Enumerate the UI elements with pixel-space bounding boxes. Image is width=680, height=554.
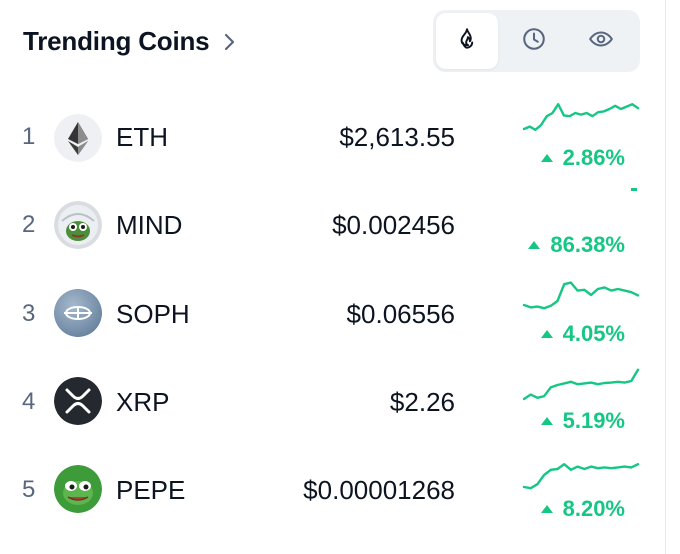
clock-icon (521, 26, 547, 57)
tab-trending[interactable] (436, 13, 498, 69)
coin-rank: 2 (22, 211, 36, 238)
sparkline-chart (522, 368, 640, 401)
coin-rank: 5 (22, 476, 36, 503)
coin-price: $0.00001268 (303, 475, 455, 505)
section-title: Trending Coins (23, 26, 210, 56)
ethereum-logo-icon (54, 114, 102, 162)
caret-up-icon (540, 154, 553, 162)
chevron-right-icon (223, 32, 237, 52)
price-change-value: 2.86% (562, 145, 625, 170)
view-toggle-group (433, 10, 640, 72)
trending-coins-title-link[interactable]: Trending Coins (23, 26, 237, 57)
price-change-value: 86.38% (550, 232, 625, 257)
price-change: 5.19% (540, 408, 625, 434)
pepe-logo-icon (54, 465, 102, 513)
sparkline-path (522, 281, 640, 310)
sparkline-chart (522, 102, 640, 131)
price-change-value: 8.20% (562, 496, 625, 521)
caret-up-icon (540, 330, 553, 338)
coin-row-mind[interactable]: 2 MIND $0.002456 86.38% (0, 181, 665, 269)
tab-watchlist[interactable] (570, 13, 632, 69)
price-change-value: 4.05% (562, 321, 625, 346)
tab-recent[interactable] (503, 13, 565, 69)
coin-row-soph[interactable]: 3 SOPH $0.06556 4.05% (0, 269, 665, 357)
price-change: 2.86% (540, 145, 625, 171)
sparkline-path (522, 462, 640, 490)
card-border (665, 0, 666, 554)
coin-row-eth[interactable]: 1 ETH $2,613.55 2.86% (0, 93, 665, 181)
price-change: 8.20% (540, 496, 625, 522)
fire-icon (454, 26, 480, 57)
coin-price: $0.002456 (332, 210, 455, 240)
sparkline-chart (522, 281, 640, 310)
sparkline-path (522, 102, 640, 131)
price-change: 4.05% (540, 321, 625, 347)
price-change-value: 5.19% (562, 408, 625, 433)
coin-rank: 3 (22, 300, 36, 327)
pepe-mind-logo-icon (54, 201, 102, 249)
coin-row-xrp[interactable]: 4 XRP $2.26 5.19% (0, 357, 665, 445)
trending-coins-header: Trending Coins (0, 0, 665, 90)
price-change: 86.38% (528, 232, 625, 258)
sophon-logo-icon (54, 289, 102, 337)
sparkline-path (522, 368, 640, 401)
coin-rank: 1 (22, 123, 36, 150)
sparkline-chart (631, 188, 637, 191)
coin-symbol: ETH (116, 122, 168, 152)
coin-symbol: XRP (116, 387, 170, 417)
caret-up-icon (540, 417, 553, 425)
coin-price: $2,613.55 (339, 122, 455, 152)
xrp-logo-icon (54, 377, 102, 425)
coin-row-pepe[interactable]: 5 PEPE $0.00001268 8.20% (0, 445, 665, 533)
caret-up-icon (528, 241, 541, 249)
caret-up-icon (540, 505, 553, 513)
coin-price: $2.26 (389, 387, 455, 417)
coin-symbol: PEPE (116, 475, 186, 505)
sparkline-chart (522, 462, 640, 490)
coin-price: $0.06556 (346, 299, 455, 329)
eye-icon (588, 26, 614, 57)
coin-rank: 4 (22, 388, 36, 415)
coin-symbol: MIND (116, 210, 183, 240)
coin-symbol: SOPH (116, 299, 190, 329)
